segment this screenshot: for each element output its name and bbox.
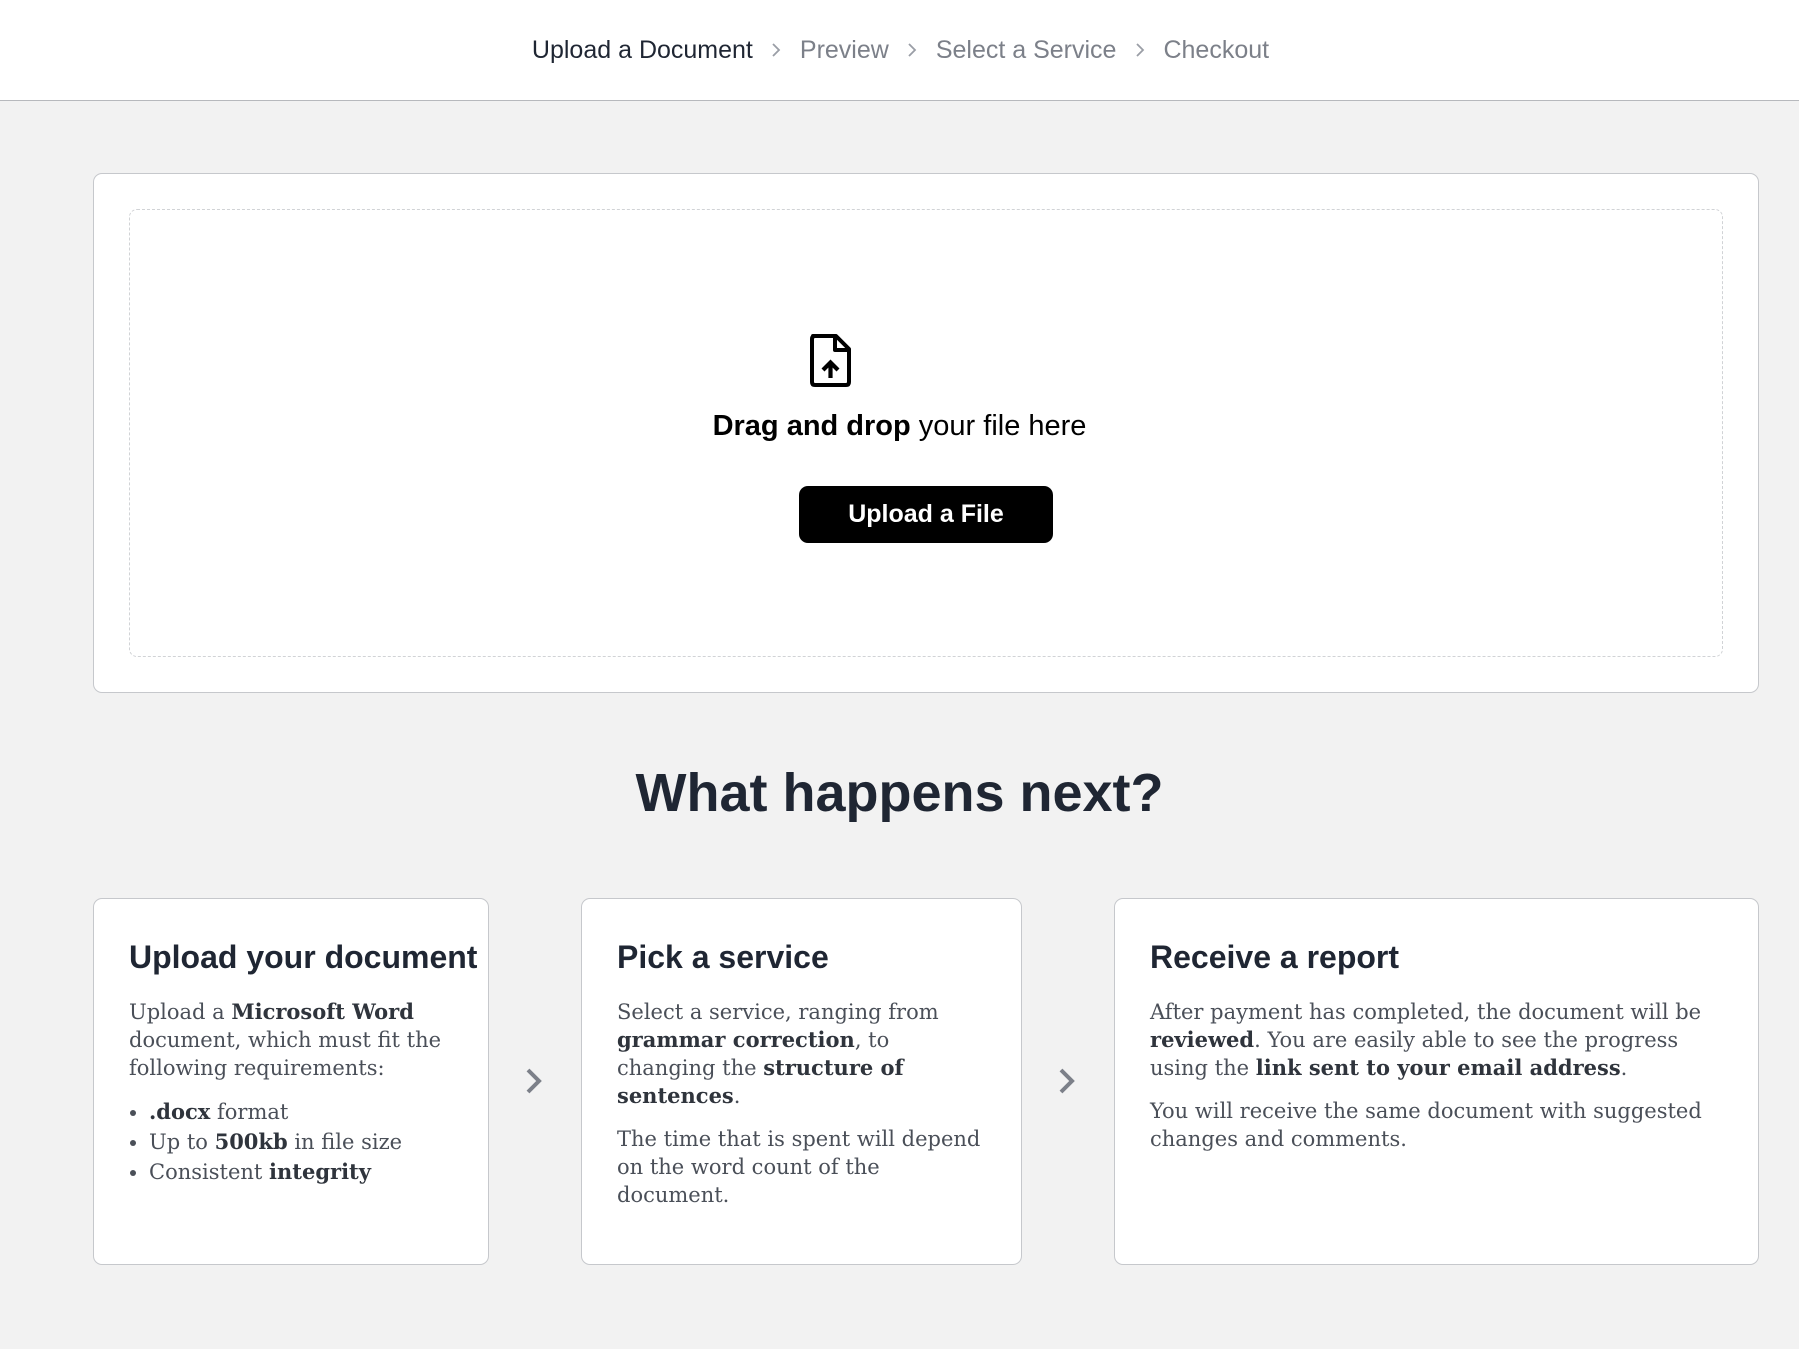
- info-card-report: Receive a report After payment has compl…: [1114, 898, 1759, 1265]
- card-text: Select a service, ranging from grammar c…: [617, 998, 986, 1110]
- chevron-right-icon: [1059, 1068, 1075, 1094]
- card-text: After payment has completed, the documen…: [1150, 998, 1723, 1082]
- drag-drop-rest: your file here: [910, 410, 1087, 442]
- chevron-right-icon: [889, 38, 936, 62]
- text-span: Up to: [149, 1130, 215, 1154]
- text-span: format: [210, 1100, 289, 1124]
- section-title: What happens next?: [635, 763, 1164, 823]
- step-preview[interactable]: Preview: [800, 36, 889, 65]
- text-span: Upload a: [129, 1000, 232, 1024]
- text-bold: Microsoft Word: [231, 999, 414, 1024]
- text-span: .: [1620, 1056, 1628, 1080]
- step-select-service[interactable]: Select a Service: [936, 36, 1117, 65]
- chevron-right-icon: [753, 38, 800, 62]
- dropzone-instructions: Drag and drop your file here: [0, 410, 1799, 443]
- card-text: The time that is spent will depend on th…: [617, 1127, 981, 1207]
- requirements-list: .docx format Up to 500kb in file size Co…: [129, 1097, 453, 1187]
- step-checkout[interactable]: Checkout: [1163, 36, 1269, 65]
- text-bold: link sent to your email address: [1255, 1055, 1621, 1080]
- chevron-right-icon: [526, 1068, 542, 1094]
- text-bold: 500kb: [214, 1129, 288, 1154]
- text-bold: grammar correction: [617, 1027, 855, 1052]
- list-item: Up to 500kb in file size: [149, 1127, 453, 1157]
- text-span: document, which must fit the following r…: [129, 1028, 442, 1080]
- drag-drop-bold: Drag and drop: [712, 410, 911, 442]
- card-title: Upload your document: [129, 939, 478, 975]
- text-span: Select a service, ranging from: [617, 1000, 939, 1024]
- chevron-right-icon: [1116, 38, 1163, 62]
- breadcrumb-steps: Upload a Document Preview Select a Servi…: [532, 36, 1269, 65]
- text-span: After payment has completed, the documen…: [1150, 1000, 1702, 1024]
- upload-file-button[interactable]: Upload a File: [799, 486, 1053, 543]
- file-upload-icon: [810, 334, 851, 387]
- text-span: .: [733, 1084, 741, 1108]
- list-item: Consistent integrity: [149, 1157, 453, 1187]
- text-span: in file size: [287, 1130, 403, 1154]
- text-bold: .docx: [149, 1099, 211, 1124]
- card-title: Pick a service: [617, 939, 829, 975]
- text-bold: integrity: [269, 1159, 371, 1184]
- text-span: Consistent: [149, 1160, 270, 1184]
- card-text: You will receive the same document with …: [1150, 1099, 1702, 1151]
- info-card-service: Pick a service Select a service, ranging…: [581, 898, 1022, 1265]
- card-text: Upload a Microsoft Word document, which …: [129, 998, 453, 1082]
- list-item: .docx format: [149, 1097, 453, 1127]
- step-nav-bar: Upload a Document Preview Select a Servi…: [0, 0, 1799, 101]
- step-upload-document[interactable]: Upload a Document: [532, 36, 753, 65]
- card-title: Receive a report: [1150, 939, 1400, 975]
- text-bold: reviewed: [1150, 1027, 1255, 1052]
- info-card-upload: Upload your document Upload a Microsoft …: [93, 898, 489, 1265]
